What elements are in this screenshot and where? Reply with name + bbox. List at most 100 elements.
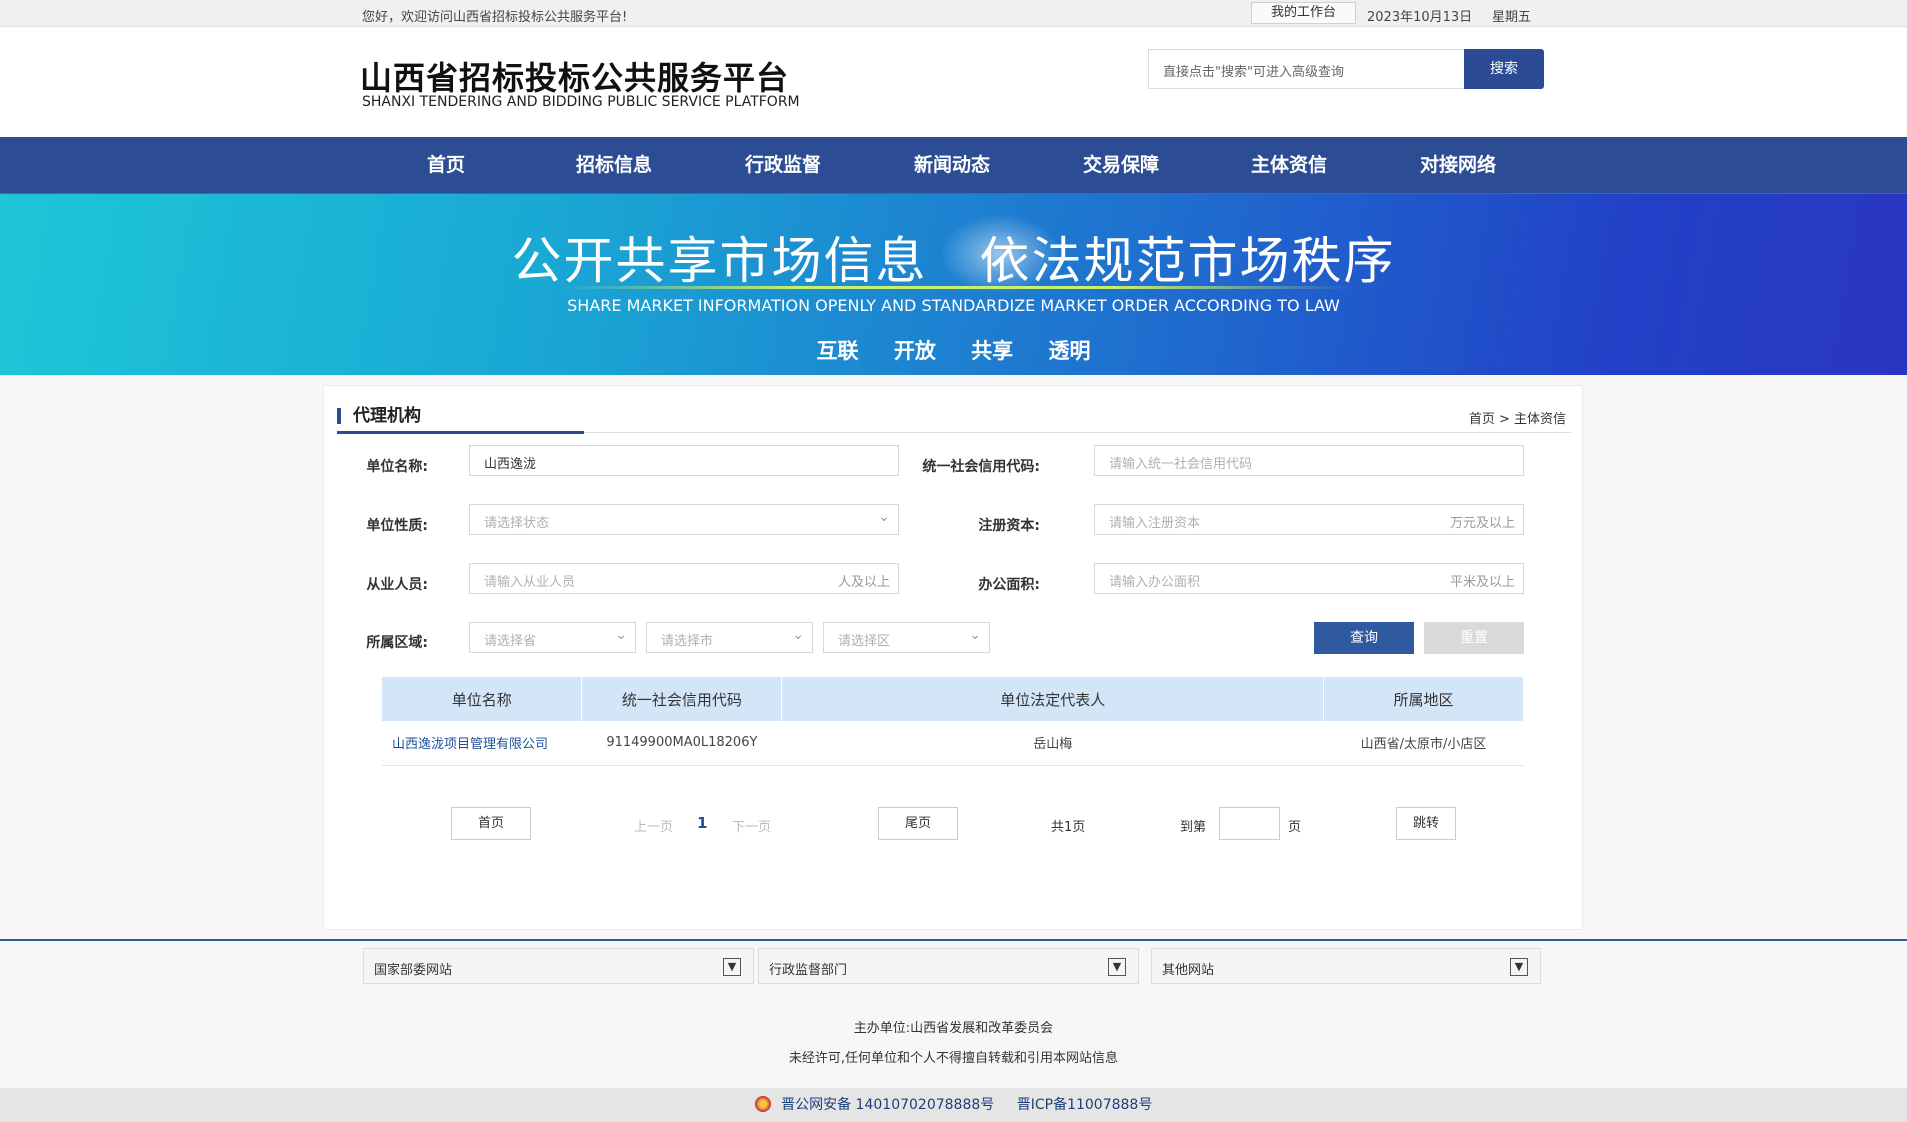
nav-item-tender-info[interactable]: 招标信息 xyxy=(530,137,698,194)
other-sites-label: 其他网站 xyxy=(1162,963,1215,978)
province-placeholder: 请选择省 xyxy=(484,634,537,649)
city-placeholder: 请选择市 xyxy=(661,634,714,649)
capital-suffix: 万元及以上 xyxy=(1449,516,1515,531)
record-bar: 晋公网安备 14010702078888号 晋ICP备11007888号 xyxy=(0,1088,1907,1122)
city-select[interactable]: 请选择市 ⌄ xyxy=(646,622,813,653)
banner-tags: 互联 开放 共享 透明 xyxy=(0,335,1907,365)
region-label: 所属区域: xyxy=(366,635,428,651)
hero-banner: 公开共享市场信息 依法规范市场秩序 SHARE MARKET INFORMATI… xyxy=(0,194,1907,375)
capital-label: 注册资本: xyxy=(978,518,1040,534)
sponsor-text: 主办单位:山西省发展和改革委员会 xyxy=(853,1021,1054,1036)
staff-placeholder: 请输入从业人员 xyxy=(484,575,576,590)
welcome-text: 您好，欢迎访问山西省招标投标公共服务平台! xyxy=(362,10,628,25)
total-pages: 共1页 xyxy=(1051,820,1086,835)
dropdown-arrow-icon: ▼ xyxy=(723,958,741,976)
table-header-row: 单位名称 统一社会信用代码 单位法定代表人 所属地区 xyxy=(382,677,1524,721)
last-page-button[interactable]: 尾页 xyxy=(878,807,958,840)
nav-item-network[interactable]: 对接网络 xyxy=(1374,137,1542,194)
legal-rep-cell: 岳山梅 xyxy=(781,721,1324,766)
breadcrumb[interactable]: 首页 > 主体资信 xyxy=(1469,408,1566,427)
credit-code-input[interactable]: 请输入统一社会信用代码 xyxy=(1094,445,1524,476)
reset-button[interactable]: 重置 xyxy=(1424,622,1524,654)
search-input[interactable]: 直接点击"搜索"可进入高级查询 xyxy=(1148,49,1465,89)
current-date: 2023年10月13日 xyxy=(1367,10,1473,25)
first-page-button[interactable]: 首页 xyxy=(451,807,531,840)
agency-table: 单位名称 统一社会信用代码 单位法定代表人 所属地区 山西逸泷项目管理有限公司 … xyxy=(382,677,1524,766)
banner-tag: 互联 xyxy=(816,339,859,363)
nav-item-home[interactable]: 首页 xyxy=(362,137,530,194)
site-footer: 国家部委网站 ▼ 行政监督部门 ▼ 其他网站 ▼ 主办单位:山西省发展和改革委员… xyxy=(0,941,1907,1088)
current-weekday: 星期五 xyxy=(1492,10,1532,25)
credit-code-cell: 91149900MA0L18206Y xyxy=(581,721,782,766)
dropdown-arrow-icon: ▼ xyxy=(1510,958,1528,976)
site-header: 山西省招标投标公共服务平台 SHANXI TENDERING AND BIDDI… xyxy=(0,27,1907,137)
unit-nature-select[interactable]: 请选择状态 ⌄ xyxy=(469,504,899,535)
column-header: 所属地区 xyxy=(1323,677,1524,721)
banner-tag: 共享 xyxy=(971,339,1014,363)
credit-code-label: 统一社会信用代码: xyxy=(922,459,1040,475)
banner-slogan: 公开共享市场信息 依法规范市场秩序 xyxy=(511,232,1396,290)
table-row: 山西逸泷项目管理有限公司 91149900MA0L18206Y 岳山梅 山西省/… xyxy=(382,721,1524,766)
district-placeholder: 请选择区 xyxy=(838,634,891,649)
region-cell: 山西省/太原市/小店区 xyxy=(1323,721,1524,766)
panel-title-accent xyxy=(337,431,584,434)
capital-placeholder: 请输入注册资本 xyxy=(1109,516,1201,531)
current-page[interactable]: 1 xyxy=(697,814,707,832)
site-logo-subtitle: SHANXI TENDERING AND BIDDING PUBLIC SERV… xyxy=(362,94,800,110)
ministry-sites-label: 国家部委网站 xyxy=(374,963,453,978)
copyright-text: 未经许可,任何单位和个人不得擅自转载和引用本网站信息 xyxy=(788,1051,1119,1066)
unit-name-input[interactable]: 山西逸泷 xyxy=(469,445,899,476)
main-nav: 首页 招标信息 行政监督 新闻动态 交易保障 主体资信 对接网络 xyxy=(0,137,1907,194)
dropdown-arrow-icon: ▼ xyxy=(1108,958,1126,976)
column-header: 单位名称 xyxy=(382,677,583,721)
ministry-sites-select[interactable]: 国家部委网站 ▼ xyxy=(363,948,754,984)
police-record-link[interactable]: 晋公网安备 14010702078888号 xyxy=(781,1097,994,1113)
column-header: 统一社会信用代码 xyxy=(581,677,783,721)
supervision-depts-label: 行政监督部门 xyxy=(769,963,848,978)
nav-item-trade-guarantee[interactable]: 交易保障 xyxy=(1037,137,1205,194)
unit-nature-label: 单位性质: xyxy=(366,518,428,534)
prev-page-link[interactable]: 上一页 xyxy=(634,816,673,835)
nav-item-news[interactable]: 新闻动态 xyxy=(868,137,1036,194)
unit-nature-placeholder: 请选择状态 xyxy=(484,516,550,531)
unit-name-link[interactable]: 山西逸泷项目管理有限公司 xyxy=(382,721,582,766)
office-area-placeholder: 请输入办公面积 xyxy=(1109,575,1201,590)
jump-button[interactable]: 跳转 xyxy=(1396,807,1456,840)
unit-name-label: 单位名称: xyxy=(366,459,428,475)
chevron-down-icon: ⌄ xyxy=(792,627,804,643)
other-sites-select[interactable]: 其他网站 ▼ xyxy=(1151,948,1541,984)
staff-label: 从业人员: xyxy=(366,577,428,593)
agency-panel: 代理机构 首页 > 主体资信 单位名称: 山西逸泷 统一社会信用代码: 请输入统… xyxy=(323,385,1583,930)
goto-page-input[interactable] xyxy=(1219,807,1280,840)
my-workbench-button[interactable]: 我的工作台 xyxy=(1251,2,1356,24)
chevron-down-icon: ⌄ xyxy=(969,627,981,643)
next-page-link[interactable]: 下一页 xyxy=(732,816,771,835)
icp-record-link[interactable]: 晋ICP备11007888号 xyxy=(1017,1097,1153,1113)
banner-tag: 开放 xyxy=(893,339,936,363)
chevron-down-icon: ⌄ xyxy=(615,627,627,643)
office-area-suffix: 平米及以上 xyxy=(1449,575,1515,590)
nav-item-supervision[interactable]: 行政监督 xyxy=(699,137,867,194)
district-select[interactable]: 请选择区 ⌄ xyxy=(823,622,990,653)
province-select[interactable]: 请选择省 ⌄ xyxy=(469,622,636,653)
office-area-label: 办公面积: xyxy=(978,577,1040,593)
banner-tag: 透明 xyxy=(1048,339,1091,363)
office-area-input[interactable]: 请输入办公面积 平米及以上 xyxy=(1094,563,1524,594)
chevron-down-icon: ⌄ xyxy=(878,509,890,525)
nav-item-credit[interactable]: 主体资信 xyxy=(1205,137,1373,194)
goto-label: 到第 xyxy=(1180,820,1207,835)
column-header: 单位法定代表人 xyxy=(781,677,1325,721)
banner-divider xyxy=(560,286,1350,289)
search-button[interactable]: 搜索 xyxy=(1464,49,1544,89)
top-bar: 您好，欢迎访问山西省招标投标公共服务平台! 我的工作台 2023年10月13日 … xyxy=(0,0,1907,27)
site-logo-title[interactable]: 山西省招标投标公共服务平台 xyxy=(360,53,789,99)
staff-suffix: 人及以上 xyxy=(837,575,890,590)
capital-input[interactable]: 请输入注册资本 万元及以上 xyxy=(1094,504,1524,535)
supervision-depts-select[interactable]: 行政监督部门 ▼ xyxy=(758,948,1139,984)
police-emblem-icon xyxy=(754,1096,771,1112)
panel-title: 代理机构 xyxy=(337,408,421,425)
goto-unit: 页 xyxy=(1288,820,1302,835)
banner-slogan-en: SHARE MARKET INFORMATION OPENLY AND STAN… xyxy=(567,296,1340,315)
query-button[interactable]: 查询 xyxy=(1314,622,1414,654)
staff-input[interactable]: 请输入从业人员 人及以上 xyxy=(469,563,899,594)
